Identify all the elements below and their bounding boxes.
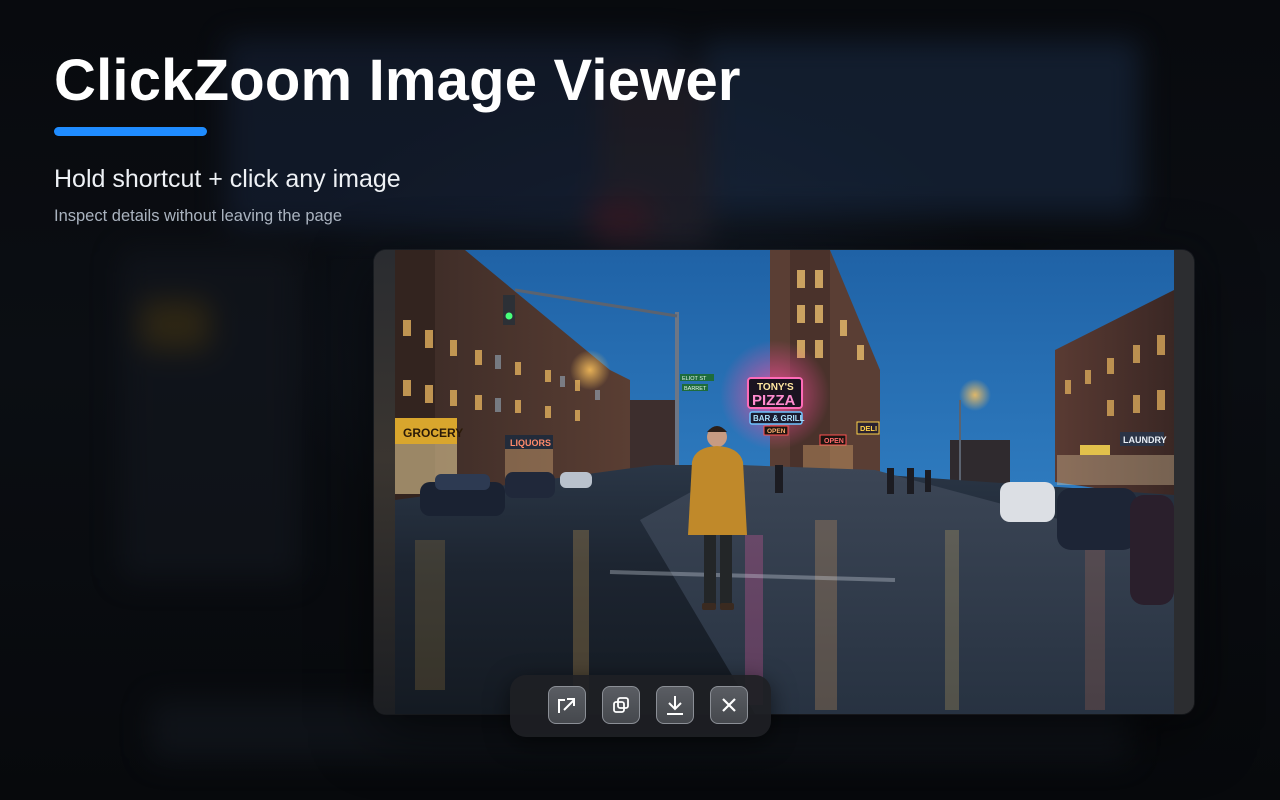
caption: Inspect details without leaving the page: [54, 207, 343, 225]
deli-sign: DELI: [860, 424, 877, 433]
bar-grill-sign: BAR & GRILL: [753, 414, 805, 423]
pizza-sign-bottom: PIZZA: [752, 392, 795, 409]
title-accent-bar: [54, 127, 207, 136]
open-sign-upper: OPEN: [767, 428, 786, 435]
open-in-new-tab-button[interactable]: [548, 686, 586, 724]
page-title: ClickZoom Image Viewer: [54, 48, 741, 113]
blurred-block: [700, 40, 1140, 215]
close-viewer-button[interactable]: [710, 686, 748, 724]
grocery-sign: GROCERY: [403, 426, 463, 440]
subtitle: Hold shortcut + click any image: [54, 165, 401, 193]
laundry-sign: LAUNDRY: [1123, 435, 1167, 445]
liquors-sign: LIQUORS: [510, 438, 551, 448]
blurred-block: [590, 200, 650, 240]
street-sign-lower: BARRET: [684, 386, 707, 392]
image-viewer[interactable]: GROCERY LIQUORS LAUNDRY TONY'S PIZZA BAR…: [374, 250, 1194, 714]
street-sign-upper: ELIOT ST: [682, 376, 707, 382]
page-background: ClickZoom Image Viewer Hold shortcut + c…: [0, 0, 1280, 800]
copy-image-button[interactable]: [602, 686, 640, 724]
download-image-button[interactable]: [656, 686, 694, 724]
viewer-toolbar: [510, 675, 771, 737]
open-sign-lower: OPEN: [824, 438, 844, 445]
viewer-edge-right: [1174, 250, 1194, 714]
copy-icon: [613, 697, 629, 713]
zoomed-image[interactable]: GROCERY LIQUORS LAUNDRY TONY'S PIZZA BAR…: [395, 250, 1174, 714]
viewer-edge-left: [374, 250, 395, 714]
blurred-block: [140, 300, 210, 350]
close-icon: [722, 698, 736, 712]
download-icon: [667, 696, 683, 715]
external-link-icon: [558, 698, 575, 713]
